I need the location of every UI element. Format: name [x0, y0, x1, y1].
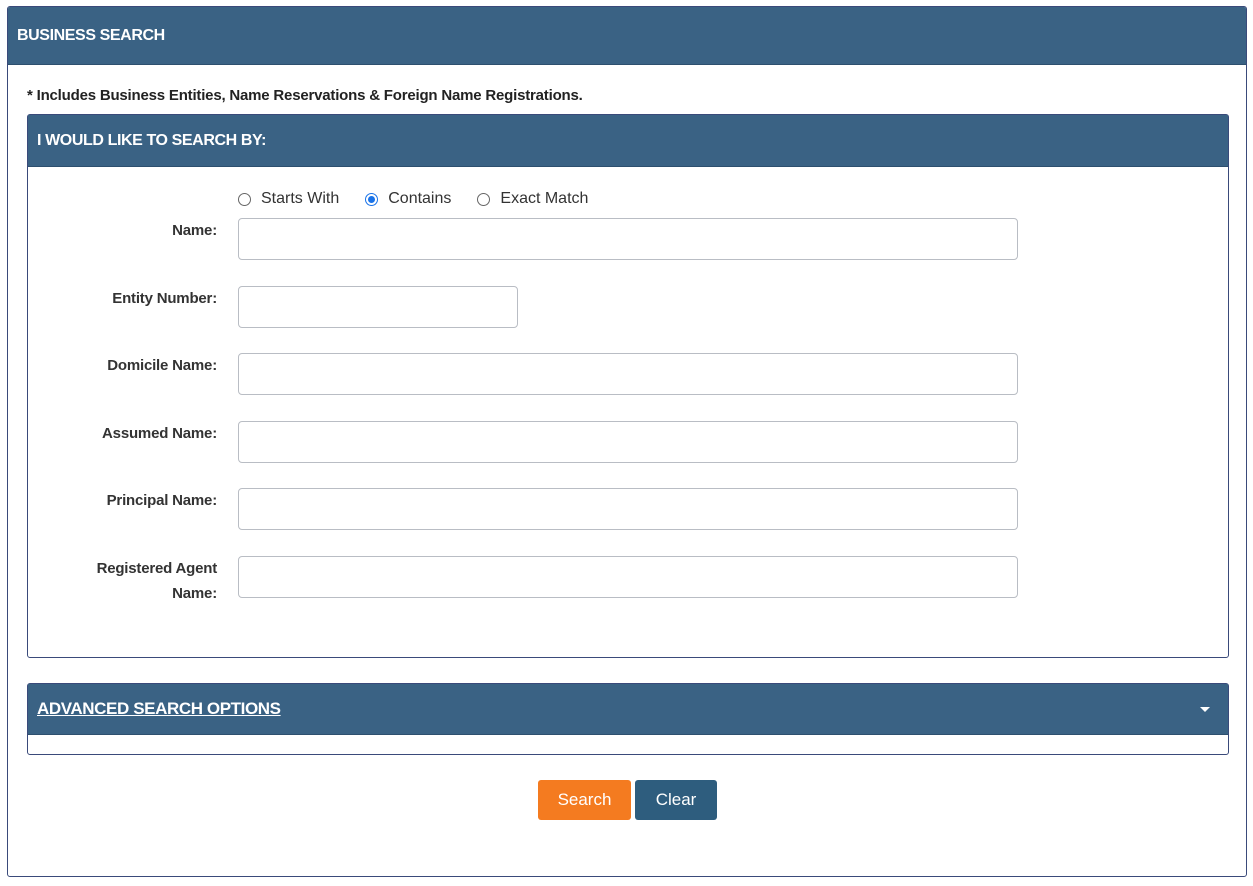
radio-label: Starts With: [261, 190, 340, 207]
label-line: Registered Agent: [96, 560, 218, 577]
business-search-container: BUSINESS SEARCH * Includes Business Enti…: [7, 6, 1247, 877]
registered-agent-name-label: Registered Agent Name:: [96, 556, 218, 606]
name-label: Name:: [172, 222, 217, 239]
domicile-name-field[interactable]: [238, 353, 1018, 395]
advanced-search-toggle-link[interactable]: ADVANCED SEARCH OPTIONS: [37, 699, 281, 719]
radio-exact-match[interactable]: Exact Match: [477, 190, 588, 208]
search-by-panel: I WOULD LIKE TO SEARCH BY: Starts With C…: [27, 114, 1229, 658]
search-button[interactable]: Search: [538, 780, 631, 820]
match-type-radio-group: Starts With Contains Exact Match: [238, 190, 614, 208]
name-input[interactable]: [239, 219, 1017, 259]
domicile-name-input[interactable]: [239, 354, 1017, 394]
assumed-name-input[interactable]: [239, 422, 1017, 462]
clear-button[interactable]: Clear: [635, 780, 717, 820]
radio-button[interactable]: [238, 192, 251, 206]
assumed-name-field[interactable]: [238, 421, 1018, 463]
radio-contains[interactable]: Contains: [365, 190, 451, 208]
advanced-search-panel: ADVANCED SEARCH OPTIONS: [27, 683, 1229, 755]
business-search-header: BUSINESS SEARCH: [8, 7, 1246, 65]
principal-name-field[interactable]: [238, 488, 1018, 530]
label-line: Name:: [172, 585, 217, 602]
name-field[interactable]: [238, 218, 1018, 260]
assumed-name-label: Assumed Name:: [102, 425, 217, 442]
registered-agent-name-field[interactable]: [238, 556, 1018, 598]
domicile-name-label: Domicile Name:: [107, 357, 217, 374]
radio-starts-with[interactable]: Starts With: [238, 190, 339, 208]
search-scope-note: * Includes Business Entities, Name Reser…: [27, 87, 583, 104]
radio-button[interactable]: [477, 192, 491, 206]
principal-name-input[interactable]: [239, 489, 1017, 529]
entity-number-field[interactable]: [238, 286, 518, 328]
radio-label: Exact Match: [500, 190, 589, 207]
radio-button-selected[interactable]: [365, 192, 379, 206]
entity-number-input[interactable]: [239, 287, 517, 327]
page-title: BUSINESS SEARCH: [17, 26, 165, 44]
entity-number-label: Entity Number:: [112, 290, 217, 307]
search-by-title: I WOULD LIKE TO SEARCH BY:: [37, 131, 267, 149]
principal-name-label: Principal Name:: [106, 492, 218, 509]
caret-down-icon[interactable]: [1200, 706, 1210, 712]
advanced-search-header[interactable]: ADVANCED SEARCH OPTIONS: [28, 684, 1228, 735]
registered-agent-name-input[interactable]: [239, 557, 1017, 597]
search-by-header: I WOULD LIKE TO SEARCH BY:: [28, 115, 1228, 167]
radio-label: Contains: [388, 190, 452, 207]
